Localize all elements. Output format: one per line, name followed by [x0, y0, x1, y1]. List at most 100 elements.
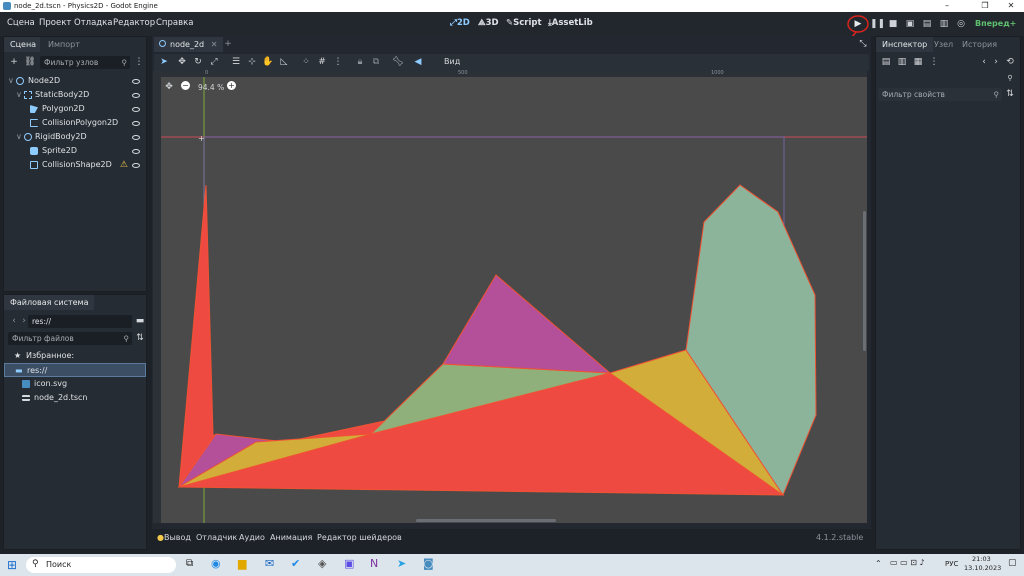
more-icon[interactable]: ⋮: [928, 56, 940, 68]
onenote-icon[interactable]: N: [370, 557, 378, 570]
tab-import[interactable]: Импорт: [42, 37, 86, 52]
split-view-icon[interactable]: ▬: [134, 315, 146, 327]
tab-filesystem[interactable]: Файловая система: [4, 295, 95, 310]
tree-item-collisionshape2d[interactable]: CollisionShape2D ⚠: [4, 158, 146, 172]
node-filter-input[interactable]: Фильтр узлов ⚲: [40, 56, 130, 69]
sort-icon[interactable]: ⇅: [134, 332, 146, 344]
tree-item-rigidbody2d[interactable]: ∨ RigidBody2D: [4, 130, 146, 144]
save-resource-icon[interactable]: ▦: [912, 56, 924, 68]
scene-tab-node2d[interactable]: node_2d ✕: [154, 37, 224, 52]
edge-icon[interactable]: ◉: [211, 557, 221, 570]
menu-editor[interactable]: Редактор: [113, 18, 155, 28]
tree-item-staticbody2d[interactable]: ∨ StaticBody2D: [4, 88, 146, 102]
add-tab-icon[interactable]: +: [222, 38, 234, 50]
run-custom-scene-button[interactable]: ▥: [938, 18, 950, 30]
tray-icons[interactable]: ▭ ▭ ⊡ ♪: [890, 558, 925, 567]
clock-date[interactable]: 13.10.2023: [964, 564, 1001, 572]
teams-icon[interactable]: ▣: [344, 557, 354, 570]
visibility-eye-icon[interactable]: [132, 107, 140, 112]
tab-shader-editor[interactable]: Редактор шейдеров: [317, 533, 402, 542]
menu-project[interactable]: Проект: [39, 18, 71, 28]
remote-debug-button[interactable]: ▣: [904, 18, 916, 30]
menu-debug[interactable]: Отладка: [74, 18, 113, 28]
open-resource-icon[interactable]: ▥: [896, 56, 908, 68]
history-back-icon[interactable]: ‹: [978, 56, 990, 68]
tree-item-collisionpolygon2d[interactable]: CollisionPolygon2D: [4, 116, 146, 130]
tray-chevron-icon[interactable]: ⌃: [875, 559, 882, 568]
property-options-icon[interactable]: ⇅: [1004, 88, 1016, 100]
pan-tool-icon[interactable]: ✋: [262, 56, 274, 68]
object-history-icon[interactable]: ⟲: [1004, 56, 1016, 68]
explorer-icon[interactable]: ▆: [238, 557, 246, 570]
warning-icon[interactable]: ⚠: [120, 158, 128, 172]
tab-output[interactable]: ●Вывод: [157, 533, 191, 542]
app-icon[interactable]: ◈: [318, 557, 326, 570]
fs-item-favorites[interactable]: ★ Избранное:: [4, 349, 146, 363]
lock-icon[interactable]: 🔒︎: [354, 56, 366, 68]
tree-item-sprite2d[interactable]: Sprite2D: [4, 144, 146, 158]
move-tool-icon[interactable]: ✥: [176, 56, 188, 68]
2d-canvas[interactable]: + ✥ − 94.4 % +: [161, 77, 867, 523]
snap-options-icon[interactable]: ⋮: [332, 56, 344, 68]
mode-script-button[interactable]: ✎Script: [506, 18, 542, 28]
tab-node[interactable]: Узел: [928, 37, 959, 52]
visibility-eye-icon[interactable]: [132, 135, 140, 140]
tab-animation[interactable]: Анимация: [270, 533, 312, 542]
menu-scene[interactable]: Сцена: [7, 18, 35, 28]
mode-2d-button[interactable]: ⤢2D: [450, 18, 470, 28]
visibility-eye-icon[interactable]: [132, 93, 140, 98]
run-current-scene-button[interactable]: ▤: [921, 18, 933, 30]
list-select-icon[interactable]: ☰: [230, 56, 242, 68]
close-button[interactable]: ✕: [1000, 0, 1022, 12]
smart-snap-icon[interactable]: ⁘: [300, 56, 312, 68]
visibility-eye-icon[interactable]: [132, 121, 140, 126]
godot-taskbar-icon[interactable]: ◙: [423, 557, 434, 570]
path-field[interactable]: res://: [28, 315, 132, 328]
add-node-icon[interactable]: +: [8, 56, 20, 68]
vertical-scrollbar[interactable]: [863, 211, 866, 351]
tab-scene[interactable]: Сцена: [4, 37, 40, 52]
tab-history[interactable]: История: [956, 37, 1003, 52]
visibility-eye-icon[interactable]: [132, 79, 140, 84]
stop-button[interactable]: ■: [887, 18, 899, 30]
telegram-icon[interactable]: ➤: [397, 557, 406, 570]
new-resource-icon[interactable]: ▤: [880, 56, 892, 68]
scale-tool-icon[interactable]: ⤢: [208, 56, 220, 68]
fs-item-icon-svg[interactable]: icon.svg: [4, 377, 146, 391]
horizontal-scrollbar[interactable]: [416, 519, 556, 522]
zoom-out-icon[interactable]: −: [181, 81, 190, 90]
renderer-selector[interactable]: Вперед+: [975, 19, 1016, 28]
tab-debugger[interactable]: Отладчик: [196, 533, 237, 542]
select-tool-icon[interactable]: ➤: [158, 56, 170, 68]
skeleton-icon[interactable]: 🦴︎: [392, 56, 404, 68]
menu-help[interactable]: Справка: [156, 18, 193, 28]
grid-snap-icon[interactable]: #: [316, 56, 328, 68]
tree-item-node2d[interactable]: ∨ Node2D: [4, 74, 146, 88]
fs-item-res[interactable]: ▬ res://: [4, 363, 146, 377]
pan-view-icon[interactable]: ✥: [163, 81, 175, 93]
node-info-icon[interactable]: ⚲: [1004, 72, 1016, 84]
distraction-free-icon[interactable]: ⤡: [857, 38, 869, 50]
history-forward-icon[interactable]: ›: [990, 56, 1002, 68]
file-filter-input[interactable]: Фильтр файлов ⚲: [8, 332, 132, 345]
pivot-tool-icon[interactable]: ⊹: [246, 56, 258, 68]
tab-audio[interactable]: Аудио: [239, 533, 265, 542]
zoom-level[interactable]: 94.4 %: [198, 83, 224, 92]
view-menu[interactable]: Вид: [444, 57, 460, 66]
mail-icon[interactable]: ✉: [265, 557, 274, 570]
movie-maker-button[interactable]: ◎: [955, 18, 967, 30]
ruler-tool-icon[interactable]: ◺: [278, 56, 290, 68]
notification-icon[interactable]: ▢: [1008, 558, 1017, 568]
task-view-icon[interactable]: ⧉: [186, 558, 193, 569]
tree-item-polygon2d[interactable]: Polygon2D: [4, 102, 146, 116]
mode-3d-button[interactable]: ⟁3D: [478, 18, 499, 28]
more-options-icon[interactable]: ⋮: [133, 56, 145, 68]
property-filter-input[interactable]: Фильтр свойств ⚲: [878, 88, 1002, 101]
rotate-tool-icon[interactable]: ↻: [192, 56, 204, 68]
group-icon[interactable]: ⧉: [370, 56, 382, 68]
taskbar-search-box[interactable]: ⚲ Поиск: [26, 557, 176, 573]
windows-start-icon[interactable]: ⊞: [7, 558, 17, 572]
todo-icon[interactable]: ✔: [291, 557, 300, 570]
restore-button[interactable]: ❐: [974, 0, 996, 12]
language-indicator[interactable]: РУС: [945, 560, 958, 568]
